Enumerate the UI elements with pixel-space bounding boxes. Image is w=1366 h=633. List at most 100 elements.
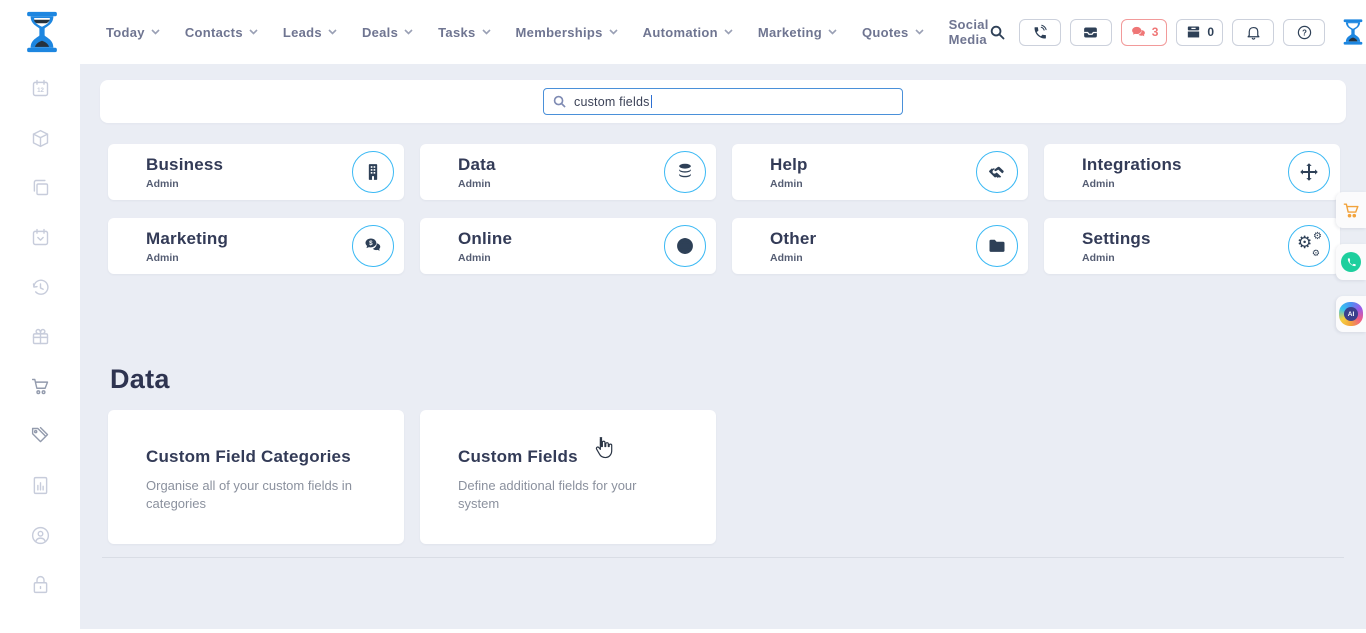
globe-icon	[664, 225, 706, 267]
gears-icon: ⚙ ⚙ ⚙	[1288, 225, 1330, 267]
move-arrows-icon	[1288, 151, 1330, 193]
category-card-help[interactable]: Help Admin	[732, 144, 1028, 200]
hourglass-icon	[1342, 18, 1364, 46]
building-icon	[352, 151, 394, 193]
sidebar-item-duplicates[interactable]	[0, 163, 80, 213]
admin-category-grid: Business Admin Data Admin	[108, 144, 1366, 274]
database-icon	[664, 151, 706, 193]
sidebar-item-gift-cards[interactable]	[0, 312, 80, 362]
nav-item-quotes[interactable]: Quotes	[862, 25, 924, 40]
result-description: Organise all of your custom fields in ca…	[146, 477, 356, 513]
phone-icon	[1031, 24, 1048, 41]
svg-text:?: ?	[1302, 28, 1307, 37]
report-icon	[30, 475, 51, 496]
nav-item-automation[interactable]: Automation	[643, 25, 733, 40]
sidebar-item-security[interactable]	[0, 560, 80, 610]
nav-item-contacts[interactable]: Contacts	[185, 25, 258, 40]
tags-icon	[30, 425, 51, 446]
nav-item-tasks[interactable]: Tasks	[438, 25, 490, 40]
history-icon	[30, 277, 51, 298]
ai-icon: AI	[1339, 302, 1363, 326]
svg-text:12: 12	[37, 87, 44, 94]
cart-icon	[1342, 201, 1361, 220]
chat-bubbles-icon	[1130, 24, 1147, 41]
phone-button[interactable]	[1019, 19, 1061, 46]
gift-icon	[30, 326, 51, 347]
category-card-other[interactable]: Other Admin	[732, 218, 1028, 274]
main-nav: Today Contacts Leads Deals Tasks Members…	[106, 17, 989, 47]
chat-dollar-icon: $	[352, 225, 394, 267]
chevron-down-icon	[482, 29, 491, 35]
chat-count-badge: 3	[1152, 25, 1159, 39]
ai-assistant-widget[interactable]: AI	[1336, 296, 1366, 332]
search-results-grid: Custom Field Categories Organise all of …	[108, 410, 1366, 544]
chat-button[interactable]: 3	[1121, 19, 1168, 46]
clinicsoftware-logo[interactable]: ClinicSoftware.com TEN STEPS AHEAD	[1342, 18, 1366, 46]
sidebar-item-bookings[interactable]	[0, 213, 80, 263]
result-description: Define additional fields for your system	[458, 477, 668, 513]
nav-item-today[interactable]: Today	[106, 25, 160, 40]
category-card-online[interactable]: Online Admin	[420, 218, 716, 274]
top-bar: Today Contacts Leads Deals Tasks Members…	[0, 0, 1366, 64]
svg-text:$: $	[369, 240, 373, 247]
nav-item-memberships[interactable]: Memberships	[516, 25, 618, 40]
question-icon: ?	[1296, 24, 1313, 41]
nav-label: Marketing	[758, 25, 822, 40]
nav-label: Memberships	[516, 25, 603, 40]
header-actions: 3 0 ?	[989, 18, 1366, 46]
category-card-integrations[interactable]: Integrations Admin	[1044, 144, 1340, 200]
whatsapp-widget[interactable]	[1336, 244, 1366, 280]
nav-label: Deals	[362, 25, 398, 40]
sidebar-item-calendar[interactable]: 12	[0, 64, 80, 114]
help-button[interactable]: ?	[1283, 19, 1325, 46]
search-button[interactable]	[989, 24, 1006, 41]
sidebar-item-packages[interactable]	[0, 114, 80, 164]
result-card-custom-fields[interactable]: Custom Fields Define additional fields f…	[420, 410, 716, 544]
sidebar-item-reports[interactable]	[0, 461, 80, 511]
result-title: Custom Fields	[458, 447, 668, 467]
handshake-icon	[976, 151, 1018, 193]
clinic-logo[interactable]	[24, 11, 60, 53]
cart-widget[interactable]	[1336, 192, 1366, 228]
search-icon	[553, 95, 566, 108]
hourglass-icon	[24, 11, 60, 53]
search-panel: custom fields	[100, 80, 1346, 123]
nav-item-leads[interactable]: Leads	[283, 25, 337, 40]
category-card-settings[interactable]: Settings Admin ⚙ ⚙ ⚙	[1044, 218, 1340, 274]
account-icon	[30, 525, 51, 546]
content: custom fields Business Admin Da	[80, 64, 1366, 633]
admin-search-input[interactable]: custom fields	[543, 88, 903, 115]
nav-label: Contacts	[185, 25, 243, 40]
ai-label: AI	[1344, 307, 1358, 321]
bell-icon	[1245, 24, 1262, 41]
folder-icon	[976, 225, 1018, 267]
result-card-custom-field-categories[interactable]: Custom Field Categories Organise all of …	[108, 410, 404, 544]
sidebar-item-account[interactable]	[0, 510, 80, 560]
nav-item-marketing[interactable]: Marketing	[758, 25, 837, 40]
chevron-down-icon	[328, 29, 337, 35]
sidebar-item-history[interactable]	[0, 262, 80, 312]
nav-label: Tasks	[438, 25, 475, 40]
chevron-down-icon	[915, 29, 924, 35]
sidebar-item-cart[interactable]	[0, 362, 80, 412]
register-icon	[1185, 24, 1202, 41]
chevron-down-icon	[609, 29, 618, 35]
category-card-marketing[interactable]: Marketing Admin $	[108, 218, 404, 274]
nav-label: Quotes	[862, 25, 909, 40]
notifications-button[interactable]	[1232, 19, 1274, 46]
register-button[interactable]: 0	[1176, 19, 1223, 46]
nav-item-social-media[interactable]: Social Media	[949, 17, 989, 47]
cart-icon	[30, 376, 51, 397]
lock-icon	[30, 574, 51, 595]
whatsapp-icon	[1341, 252, 1361, 272]
inbox-button[interactable]	[1070, 19, 1112, 46]
booking-calendar-icon	[30, 227, 51, 248]
chevron-down-icon	[151, 29, 160, 35]
nav-label: Leads	[283, 25, 322, 40]
divider	[102, 557, 1344, 558]
category-card-business[interactable]: Business Admin	[108, 144, 404, 200]
category-card-data[interactable]: Data Admin	[420, 144, 716, 200]
calendar-icon: 12	[30, 78, 51, 99]
sidebar-item-tags[interactable]	[0, 411, 80, 461]
nav-item-deals[interactable]: Deals	[362, 25, 413, 40]
